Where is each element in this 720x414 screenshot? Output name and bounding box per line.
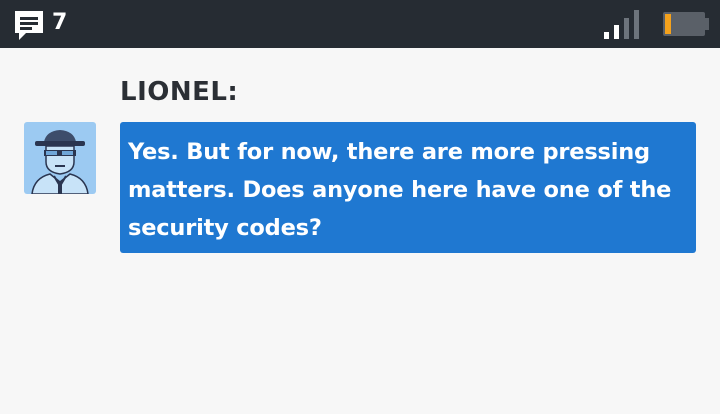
dialogue-text: Yes. But for now, there are more pressin… bbox=[128, 139, 672, 241]
dialogue-bubble[interactable]: Yes. But for now, there are more pressin… bbox=[120, 122, 696, 253]
speaker-name: LIONEL: bbox=[120, 77, 239, 107]
chat-bubble-icon[interactable] bbox=[12, 8, 46, 42]
status-bar: 7 bbox=[0, 0, 720, 48]
battery-icon bbox=[663, 12, 709, 36]
signal-strength-icon bbox=[604, 10, 639, 39]
battery-level-fill bbox=[665, 14, 671, 34]
message-count: 7 bbox=[52, 10, 68, 35]
man-with-hat-portrait-icon bbox=[24, 122, 96, 194]
